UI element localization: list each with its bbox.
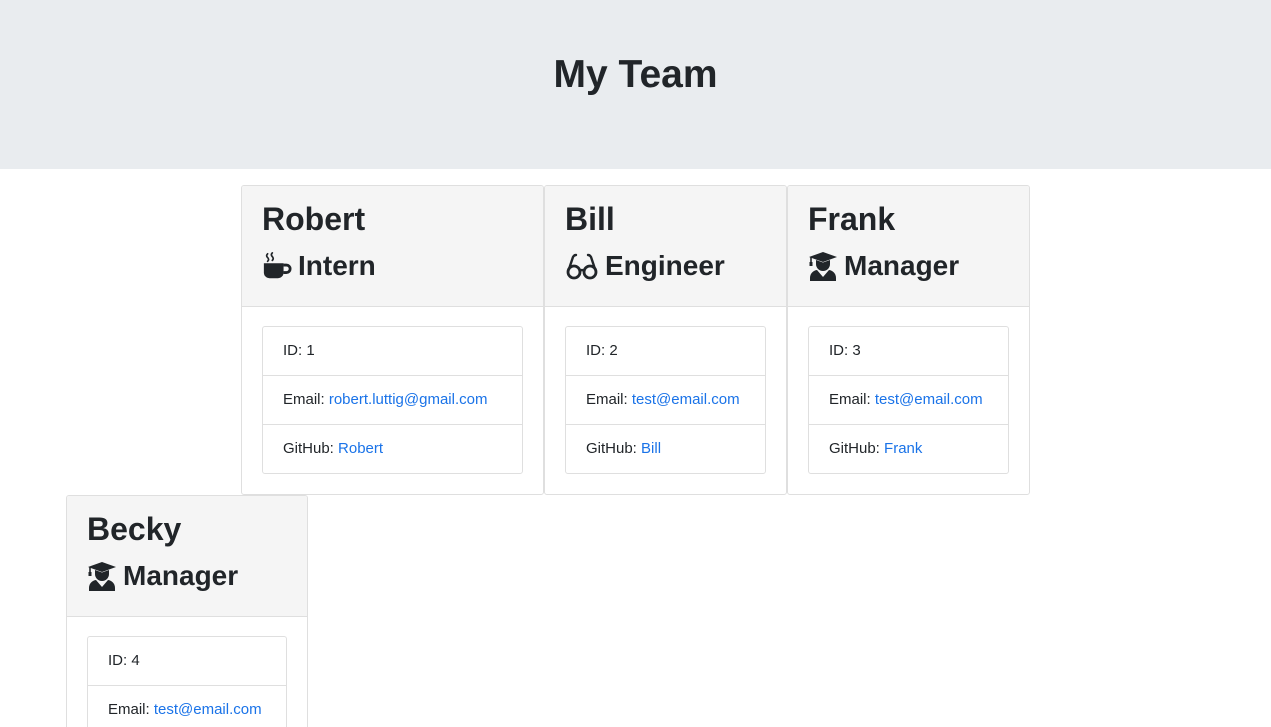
id-value: 3 xyxy=(852,342,861,359)
employee-role: Manager xyxy=(808,248,959,284)
employee-role: Manager xyxy=(87,558,238,594)
id-item: ID: 2 xyxy=(566,327,765,376)
coffee-mug-icon xyxy=(262,251,292,281)
github-link[interactable]: Bill xyxy=(641,440,661,457)
employee-role-label: Manager xyxy=(123,560,239,591)
employee-role: Engineer xyxy=(565,248,725,284)
page-title: My Team xyxy=(553,53,718,96)
email-link[interactable]: test@email.com xyxy=(875,391,983,408)
github-item: GitHub: Frank xyxy=(809,425,1008,473)
email-item: Email: test@email.com xyxy=(88,686,286,727)
github-label: GitHub: xyxy=(586,440,642,457)
employee-details-list: ID: 3 Email: test@email.com GitHub: Fran… xyxy=(808,326,1009,474)
employee-details-list: ID: 4 Email: test@email.com xyxy=(87,636,287,727)
github-label: GitHub: xyxy=(829,440,885,457)
employee-role-label: Manager xyxy=(844,250,960,281)
id-value: 4 xyxy=(131,652,140,669)
id-value: 1 xyxy=(306,342,315,359)
employee-role-label: Intern xyxy=(298,250,376,281)
id-item: ID: 3 xyxy=(809,327,1008,376)
employee-name: Robert xyxy=(262,201,366,237)
github-item: GitHub: Robert xyxy=(263,425,522,473)
employee-name: Bill xyxy=(565,201,615,237)
employee-card-frank: Frank Manager ID: 3 Email: test@email.co… xyxy=(787,185,1030,495)
id-label: ID: xyxy=(829,342,853,359)
employee-name: Frank xyxy=(808,201,896,237)
page-header: My Team xyxy=(0,0,1271,169)
email-item: Email: robert.luttig@gmail.com xyxy=(263,376,522,425)
email-item: Email: test@email.com xyxy=(566,376,765,425)
employee-name: Becky xyxy=(87,511,182,547)
employee-card-bill: Bill Engineer ID: 2 Email: test@email.co… xyxy=(544,185,787,495)
card-header: Robert Intern xyxy=(242,186,543,307)
email-label: Email: xyxy=(586,391,632,408)
email-link[interactable]: test@email.com xyxy=(154,701,262,718)
glasses-icon xyxy=(565,251,599,281)
email-label: Email: xyxy=(283,391,329,408)
graduate-icon xyxy=(808,251,838,281)
employee-role: Intern xyxy=(262,248,376,284)
employee-card-becky: Becky Manager ID: 4 Email: test@email.co… xyxy=(66,495,308,727)
id-value: 2 xyxy=(609,342,618,359)
email-label: Email: xyxy=(108,701,154,718)
graduate-icon xyxy=(87,561,117,591)
github-link[interactable]: Robert xyxy=(338,440,383,457)
id-item: ID: 4 xyxy=(88,637,286,686)
email-label: Email: xyxy=(829,391,875,408)
employee-details-list: ID: 2 Email: test@email.com GitHub: Bill xyxy=(565,326,766,474)
card-header: Bill Engineer xyxy=(545,186,786,307)
email-link[interactable]: test@email.com xyxy=(632,391,740,408)
card-header: Frank Manager xyxy=(788,186,1029,307)
id-item: ID: 1 xyxy=(263,327,522,376)
github-item: GitHub: Bill xyxy=(566,425,765,473)
employee-details-list: ID: 1 Email: robert.luttig@gmail.com Git… xyxy=(262,326,523,474)
id-label: ID: xyxy=(586,342,610,359)
email-link[interactable]: robert.luttig@gmail.com xyxy=(329,391,488,408)
email-item: Email: test@email.com xyxy=(809,376,1008,425)
card-header: Becky Manager xyxy=(67,496,307,617)
id-label: ID: xyxy=(283,342,307,359)
github-label: GitHub: xyxy=(283,440,339,457)
employee-role-label: Engineer xyxy=(605,250,725,281)
employee-card-robert: Robert Intern ID: 1 Email: robert.luttig… xyxy=(241,185,544,495)
github-link[interactable]: Frank xyxy=(884,440,922,457)
id-label: ID: xyxy=(108,652,132,669)
